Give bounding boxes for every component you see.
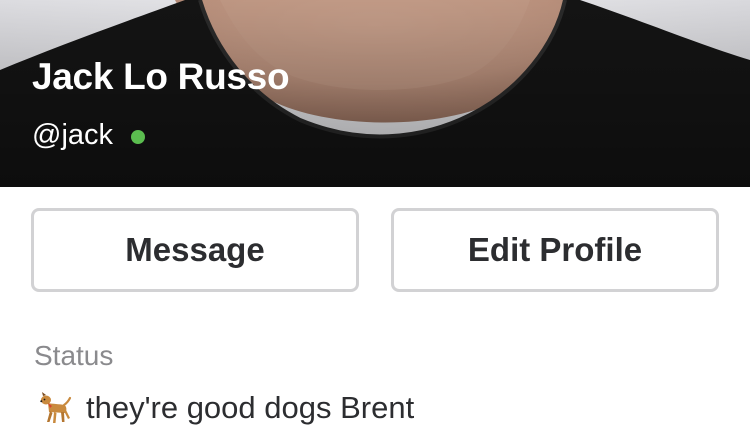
profile-name: Jack Lo Russo [32, 56, 290, 97]
profile-header: Jack Lo Russo @jack [0, 0, 750, 187]
profile-screen: Jack Lo Russo @jack Message Edit Profile… [0, 0, 750, 441]
handle-row: @jack [32, 117, 146, 153]
dog-icon [40, 392, 72, 423]
edit-profile-button[interactable]: Edit Profile [391, 208, 719, 292]
profile-handle: @jack [32, 118, 114, 151]
presence-indicator-icon [131, 130, 146, 144]
status-row: they're good dogs Brent [34, 386, 414, 430]
status-label: Status [34, 340, 114, 371]
message-button[interactable]: Message [31, 208, 359, 292]
status-text: they're good dogs Brent [86, 390, 415, 425]
